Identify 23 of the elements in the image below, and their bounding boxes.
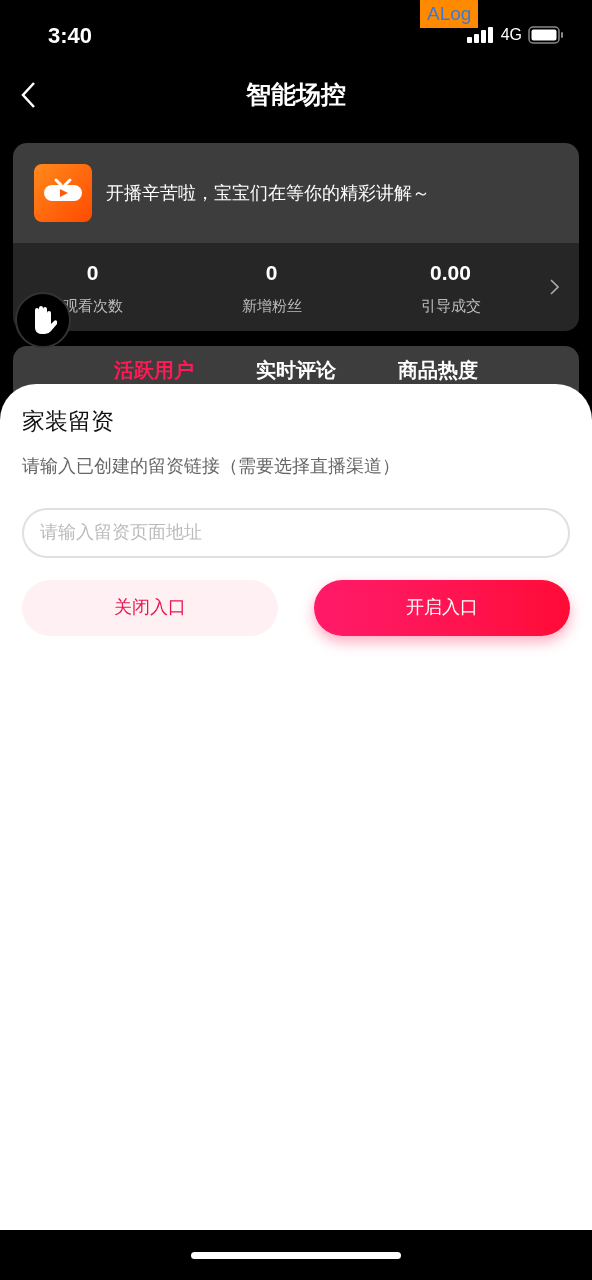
stat-value: 0.00 <box>430 260 471 286</box>
sheet-description: 请输入已创建的留资链接（需要选择直播渠道） <box>22 454 401 478</box>
app-logo-icon <box>34 164 92 222</box>
home-indicator[interactable] <box>191 1251 401 1259</box>
battery-icon <box>528 26 564 44</box>
url-input-field[interactable]: 请输入留资页面地址 <box>22 507 570 558</box>
back-icon[interactable] <box>20 81 36 109</box>
stat-label: 引导成交 <box>420 295 481 316</box>
tab[interactable]: 实时评论 <box>256 358 336 382</box>
sheet-title: 家装留资 <box>22 407 115 436</box>
page-title: 智能场控 <box>246 79 346 111</box>
chevron-right-icon[interactable] <box>550 279 559 295</box>
stat-label: 新增粉丝 <box>241 295 302 316</box>
open-entry-button[interactable]: 开启入口 <box>314 579 570 636</box>
tab[interactable]: 活跃用户 <box>114 358 194 382</box>
stat-value: 0 <box>86 260 99 286</box>
status-time: 3:40 <box>48 21 93 50</box>
signal-icon <box>466 27 495 43</box>
banner-message: 开播辛苦啦，宝宝们在等你的精彩讲解～ <box>106 181 430 205</box>
tab[interactable]: 商品热度 <box>398 358 478 382</box>
close-entry-button[interactable]: 关闭入口 <box>22 579 278 636</box>
stat-value: 0 <box>265 260 278 286</box>
network-label: 4G <box>500 25 522 45</box>
